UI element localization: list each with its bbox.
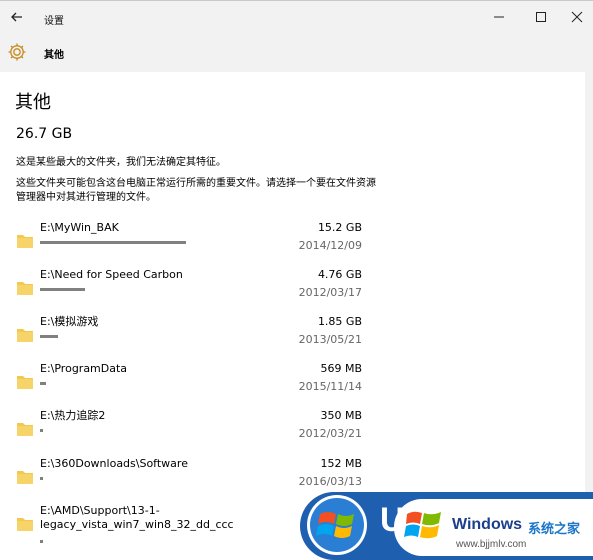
window-title: 设置 <box>44 16 64 27</box>
folder-size: 4.76 GB <box>317 268 362 281</box>
usage-bar <box>40 382 46 385</box>
close-icon[interactable] <box>566 6 588 28</box>
watermark-url: www.bjjmlv.com <box>456 539 527 550</box>
folder-icon <box>17 282 33 295</box>
windows-logo-icon <box>307 495 367 555</box>
folder-path: E:\Need for Speed Carbon <box>40 268 183 281</box>
usage-bar <box>40 477 43 480</box>
total-size: 26.7 GB <box>16 126 73 142</box>
folder-icon <box>17 423 33 436</box>
folder-row[interactable]: E:\热力追踪2 350 MB 2012/03/21 <box>0 409 593 456</box>
folder-path: E:\MyWin_BAK <box>40 221 119 234</box>
folder-icon <box>17 329 33 342</box>
usage-bar <box>40 540 43 543</box>
folder-date: 2012/03/17 <box>298 286 362 299</box>
folder-date: 2013/05/21 <box>298 333 362 346</box>
folder-icon <box>17 235 33 248</box>
folder-icon <box>17 376 33 389</box>
folder-date: 2014/12/09 <box>298 239 362 252</box>
folder-path: E:\热力追踪2 <box>40 409 106 422</box>
folder-path: E:\ProgramData <box>40 362 128 375</box>
folder-row[interactable]: E:\Need for Speed Carbon 4.76 GB 2012/03… <box>0 268 593 315</box>
folder-size: 1.85 GB <box>317 315 362 328</box>
usage-bar <box>40 429 43 432</box>
folder-icon <box>17 518 33 531</box>
folder-size: 350 MB <box>320 409 362 422</box>
description-2: 这些文件夹可能包含这台电脑正常运行所需的重要文件。请选择一个要在文件资源管理器中… <box>16 178 376 203</box>
watermark-windows-text: Windows <box>452 516 523 533</box>
gear-icon <box>8 43 26 61</box>
usage-bar <box>40 241 186 244</box>
windows-flag-icon <box>404 511 441 539</box>
header-title: 其他 <box>44 50 64 61</box>
folder-icon <box>17 471 33 484</box>
watermark-brand-text: 系统之家 <box>528 522 581 537</box>
folder-row[interactable]: E:\MyWin_BAK 15.2 GB 2014/12/09 <box>0 221 593 268</box>
folder-path: E:\AMD\Support\13-1- legacy_vista_win7_w… <box>40 504 234 531</box>
folder-size: 569 MB <box>320 362 362 375</box>
page-header <box>0 34 593 72</box>
minimize-icon[interactable] <box>488 6 510 28</box>
usage-bar <box>40 288 85 291</box>
description-1: 这是某些最大的文件夹，我们无法确定其特征。 <box>16 157 226 168</box>
folder-date: 2012/03/21 <box>298 427 362 440</box>
page-title: 其他 <box>15 92 51 113</box>
folder-path: E:\360Downloads\Software <box>40 457 188 470</box>
folder-path: E:\模拟游戏 <box>40 315 99 328</box>
folder-date: 2015/11/14 <box>298 380 362 393</box>
folder-date: 2016/03/13 <box>298 475 362 488</box>
usage-bar <box>40 335 58 338</box>
folder-row[interactable]: E:\ProgramData 569 MB 2015/11/14 <box>0 362 593 409</box>
folder-size: 152 MB <box>320 457 362 470</box>
back-arrow-icon[interactable] <box>6 6 28 28</box>
folder-row[interactable]: E:\模拟游戏 1.85 GB 2013/05/21 <box>0 315 593 362</box>
folder-size: 15.2 GB <box>317 221 362 234</box>
maximize-icon[interactable] <box>530 6 552 28</box>
